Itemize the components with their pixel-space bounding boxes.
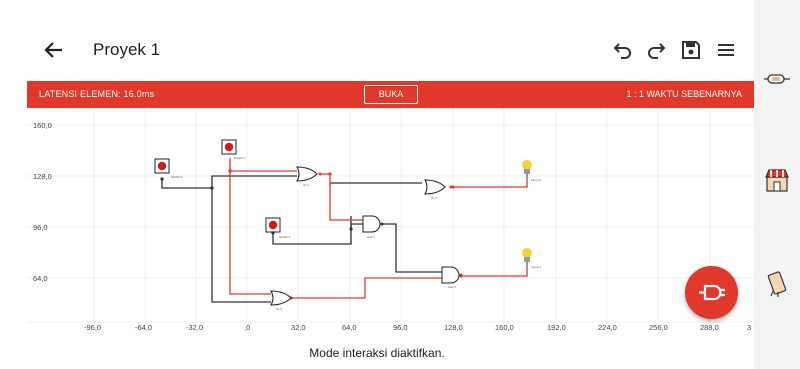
status-message: Mode interaksi diaktifkan. — [309, 346, 445, 360]
save-icon[interactable] — [679, 38, 703, 62]
x-tick: 64,0 — [342, 323, 357, 332]
app-bar: Proyek 1 — [0, 0, 754, 80]
y-tick: 64,0 — [33, 274, 48, 283]
and-gate-2-label: And 2 — [448, 285, 456, 289]
add-component-button[interactable] — [685, 266, 738, 319]
x-tick: 288,0 — [700, 323, 719, 332]
and-gate-1[interactable]: And 1 — [362, 215, 384, 239]
x-tick: -64,0 — [135, 323, 152, 332]
circuit-canvas[interactable]: 160,0 128,0 96,0 64,0 -96,0 -64,0 -32,0 … — [27, 108, 754, 334]
x-tick: ,0 — [244, 323, 250, 332]
x-tick: 160,0 — [495, 323, 514, 332]
page-title: Proyek 1 — [93, 40, 161, 59]
x-tick: -32,0 — [186, 323, 203, 332]
lamp-1[interactable]: Lamp 1 — [522, 248, 541, 269]
speed-text: 1 : 1 WAKTU SEBENARNYA — [626, 89, 742, 99]
or-gate-2-label: Or 2 — [431, 196, 437, 200]
right-sidebar — [754, 0, 800, 369]
switch-0-label: Switch 0 — [171, 175, 183, 179]
shop-icon[interactable] — [762, 165, 792, 195]
inactive-wires — [161, 175, 442, 303]
x-axis-labels: -96,0 -64,0 -32,0 ,0 32,0 64,0 96,0 128,… — [84, 323, 751, 332]
redo-icon[interactable] — [645, 38, 669, 62]
x-tick: 256,0 — [649, 323, 668, 332]
chip-icon[interactable] — [762, 269, 792, 299]
switch-2-label: Switch 2 — [279, 235, 291, 239]
lamp-1-label: Lamp 1 — [531, 265, 541, 269]
simulation-info-bar: LATENSI ELEMEN: 16.0ms BUKA 1 : 1 WAKTU … — [27, 81, 754, 108]
x-tick: 192,0 — [547, 323, 566, 332]
x-tick: 3 — [747, 323, 751, 332]
y-tick: 160,0 — [33, 121, 52, 130]
x-tick: 96,0 — [393, 323, 408, 332]
open-button[interactable]: BUKA — [364, 85, 418, 104]
cable-tool-icon[interactable] — [762, 64, 792, 94]
or-gate-3[interactable]: Or 3 — [270, 290, 292, 311]
y-axis-labels: 160,0 128,0 96,0 64,0 — [33, 121, 52, 283]
and-gate-1-label: And 1 — [367, 235, 375, 239]
x-tick: -96,0 — [84, 323, 101, 332]
x-tick: 224,0 — [598, 323, 617, 332]
switch-1[interactable]: Switch 1 — [221, 139, 246, 160]
switch-1-label: Switch 1 — [234, 156, 246, 160]
undo-icon[interactable] — [610, 38, 634, 62]
switch-2[interactable]: Switch 2 — [265, 217, 291, 239]
plug-icon — [699, 284, 725, 301]
latency-text: LATENSI ELEMEN: 16.0ms — [39, 89, 155, 99]
or-gate-3-label: Or 3 — [276, 307, 282, 311]
x-tick: 128,0 — [444, 323, 463, 332]
back-arrow-icon[interactable] — [40, 36, 68, 64]
x-tick: 32,0 — [291, 323, 306, 332]
lamp-0-label: Lamp 0 — [531, 178, 541, 182]
lamp-0[interactable]: Lamp 0 — [522, 160, 541, 182]
menu-icon[interactable] — [714, 38, 738, 62]
y-tick: 96,0 — [33, 223, 48, 232]
or-gate-2[interactable]: Or 2 — [424, 179, 453, 200]
y-tick: 128,0 — [33, 172, 52, 181]
or-gate-1[interactable]: Or 1 — [296, 166, 322, 187]
grid — [27, 108, 754, 324]
or-gate-1-label: Or 1 — [303, 183, 309, 187]
